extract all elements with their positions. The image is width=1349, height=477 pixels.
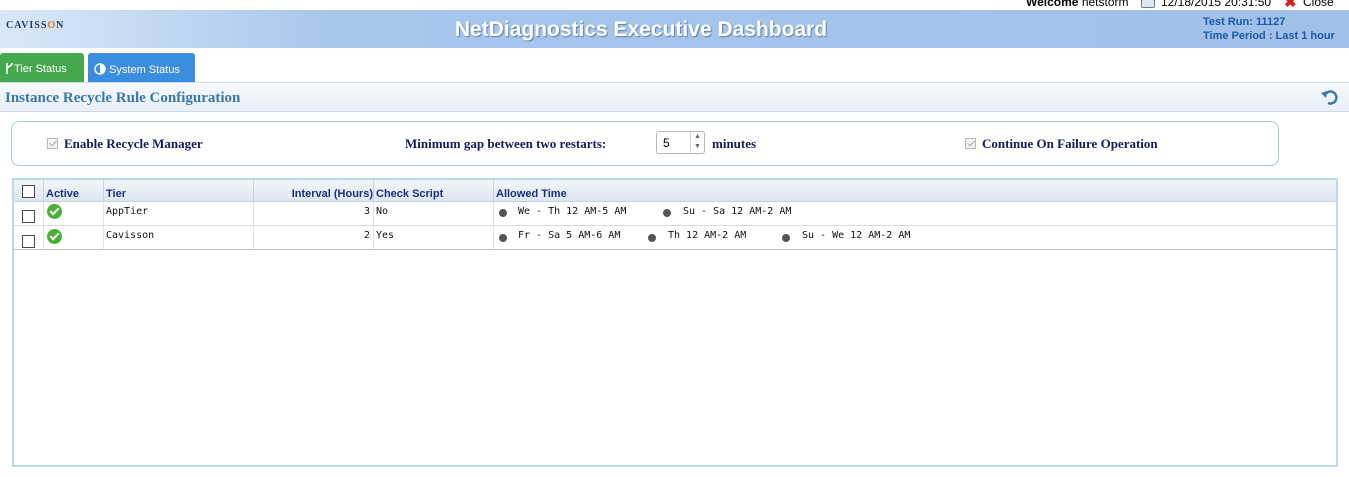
active-check-icon bbox=[47, 204, 62, 219]
column-divider bbox=[103, 180, 104, 201]
check-script-cell: No bbox=[374, 202, 494, 225]
row-select-cell bbox=[14, 226, 44, 249]
allowed-time-cell: We - Th 12 AM-5 AM Su - Sa 12 AM-2 AM bbox=[494, 202, 1336, 225]
column-divider bbox=[493, 180, 494, 201]
calendar-icon bbox=[1141, 0, 1155, 8]
check-script-value: No bbox=[376, 206, 389, 217]
username: netstorm bbox=[1081, 0, 1129, 9]
section-header: Instance Recycle Rule Configuration bbox=[0, 84, 1349, 112]
tier-cell: AppTier bbox=[104, 202, 254, 225]
close-link[interactable]: Close bbox=[1303, 0, 1334, 9]
tab-divider bbox=[0, 82, 1349, 83]
allowed-time-item: Su - We 12 AM-2 AM bbox=[802, 230, 911, 241]
top-bar: Welcome netstorm 12/18/2015 20:31:50 ✖ C… bbox=[0, 0, 1349, 10]
select-all-checkbox[interactable] bbox=[22, 185, 35, 198]
bullet-icon bbox=[782, 234, 790, 242]
table-header: Active Tier Interval (Hours) Check Scrip… bbox=[14, 180, 1336, 202]
column-header-interval[interactable]: Interval (Hours) bbox=[254, 188, 373, 200]
recycle-config-panel: Enable Recycle Manager Minimum gap betwe… bbox=[11, 121, 1279, 166]
bullet-icon bbox=[499, 234, 507, 242]
spinner-arrows[interactable]: ▲ ▼ bbox=[690, 132, 704, 153]
min-gap-spinner[interactable]: 5 ▲ ▼ bbox=[656, 131, 705, 154]
active-cell bbox=[44, 202, 104, 225]
continue-on-failure-label: Continue On Failure Operation bbox=[982, 136, 1158, 151]
table-row[interactable]: Cavisson 2 Yes Fr - Sa 5 AM-6 AM Th 12 A… bbox=[14, 226, 1336, 250]
min-gap-label: Minimum gap between two restarts: bbox=[405, 136, 607, 151]
row-checkbox[interactable] bbox=[22, 235, 35, 248]
enable-recycle-manager[interactable]: Enable Recycle Manager bbox=[47, 136, 203, 152]
enable-recycle-checkbox[interactable] bbox=[47, 138, 58, 149]
app-title: NetDiagnostics Executive Dashboard bbox=[454, 18, 828, 41]
tab-label: System Status bbox=[109, 64, 180, 76]
allowed-time-item: Fr - Sa 5 AM-6 AM bbox=[518, 230, 621, 241]
spin-up-icon[interactable]: ▲ bbox=[691, 132, 704, 142]
run-info: Test Run: 11127 Time Period : Last 1 hou… bbox=[1203, 15, 1335, 43]
allowed-time-cell: Fr - Sa 5 AM-6 AM Th 12 AM-2 AM Su - We … bbox=[494, 226, 1336, 249]
datetime: 12/18/2015 20:31:50 bbox=[1161, 0, 1272, 9]
gap-unit-label: minutes bbox=[712, 136, 757, 151]
enable-recycle-label: Enable Recycle Manager bbox=[64, 136, 203, 151]
bullet-icon bbox=[663, 209, 671, 217]
interval-cell: 3 bbox=[254, 202, 374, 225]
tab-tier-status[interactable]: Tier Status bbox=[0, 53, 84, 82]
welcome-text: Welcome netstorm bbox=[1026, 0, 1129, 9]
branch-icon bbox=[6, 62, 13, 74]
column-header-allowed-time[interactable]: Allowed Time bbox=[496, 188, 567, 200]
close-icon[interactable]: ✖ bbox=[1284, 0, 1297, 10]
min-gap-value[interactable]: 5 bbox=[663, 136, 670, 150]
continue-on-failure[interactable]: Continue On Failure Operation bbox=[965, 136, 1158, 152]
row-checkbox[interactable] bbox=[22, 210, 35, 223]
column-header-active[interactable]: Active bbox=[46, 188, 79, 200]
test-run: Test Run: 11127 bbox=[1203, 16, 1286, 28]
recycle-rules-table: Active Tier Interval (Hours) Check Scrip… bbox=[12, 178, 1338, 467]
column-divider bbox=[373, 180, 374, 201]
time-period[interactable]: Time Period : Last 1 hour bbox=[1203, 29, 1335, 43]
tab-label: Tier Status bbox=[14, 63, 67, 75]
bullet-icon bbox=[648, 234, 656, 242]
tier-name: AppTier bbox=[106, 206, 149, 217]
allowed-time-item: Th 12 AM-2 AM bbox=[668, 230, 747, 241]
column-header-check-script[interactable]: Check Script bbox=[376, 188, 443, 200]
continue-on-failure-checkbox[interactable] bbox=[965, 138, 976, 149]
tab-system-status[interactable]: System Status bbox=[88, 53, 195, 82]
column-header-tier[interactable]: Tier bbox=[106, 188, 126, 200]
allowed-time-item: Su - Sa 12 AM-2 AM bbox=[683, 206, 792, 217]
interval-value: 3 bbox=[363, 206, 370, 217]
section-title: Instance Recycle Rule Configuration bbox=[5, 90, 241, 106]
half-circle-icon bbox=[94, 63, 106, 75]
undo-icon[interactable] bbox=[1321, 89, 1338, 105]
allowed-time-item: We - Th 12 AM-5 AM bbox=[518, 206, 627, 217]
tier-cell: Cavisson bbox=[104, 226, 254, 249]
active-check-icon bbox=[47, 229, 62, 244]
check-script-value: Yes bbox=[376, 230, 395, 241]
interval-cell: 2 bbox=[254, 226, 374, 249]
tier-name: Cavisson bbox=[106, 230, 155, 241]
interval-value: 2 bbox=[363, 230, 370, 241]
check-script-cell: Yes bbox=[374, 226, 494, 249]
row-select-cell bbox=[14, 202, 44, 225]
table-row[interactable]: AppTier 3 No We - Th 12 AM-5 AM Su - Sa … bbox=[14, 202, 1336, 226]
active-cell bbox=[44, 226, 104, 249]
spin-down-icon[interactable]: ▼ bbox=[691, 142, 704, 152]
column-divider bbox=[43, 180, 44, 201]
bullet-icon bbox=[499, 209, 507, 217]
app-header: CAVISSON NetDiagnostics Executive Dashbo… bbox=[0, 10, 1349, 48]
